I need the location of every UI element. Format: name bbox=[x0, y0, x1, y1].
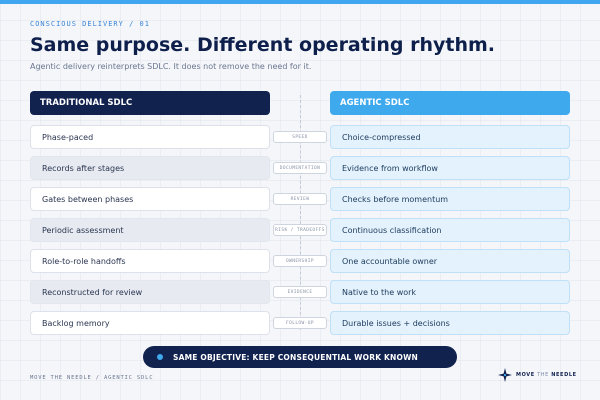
star-icon bbox=[498, 368, 512, 382]
page-subtitle: Agentic delivery reinterprets SDLC. It d… bbox=[30, 62, 312, 71]
traditional-row-follow-up: Backlog memory bbox=[30, 311, 270, 335]
traditional-row-review: Gates between phases bbox=[30, 187, 270, 211]
category-chip-evidence: EVIDENCE bbox=[273, 286, 327, 298]
page-title: Same purpose. Different operating rhythm… bbox=[30, 34, 495, 56]
traditional-row-evidence: Reconstructed for review bbox=[30, 280, 270, 304]
category-chip-documentation: DOCUMENTATION bbox=[273, 162, 327, 174]
traditional-row-ownership: Role-to-role handoffs bbox=[30, 249, 270, 273]
brand-word-move: MOVE bbox=[516, 372, 535, 378]
agentic-sdlc-heading: AGENTIC SDLC bbox=[330, 91, 570, 115]
category-chip-follow-up: FOLLOW-UP bbox=[273, 317, 327, 329]
category-chip-ownership: OWNERSHIP bbox=[273, 255, 327, 267]
agentic-row-risk: Continuous classification bbox=[330, 218, 570, 242]
brand-word-needle: NEEDLE bbox=[551, 372, 577, 378]
objective-banner: SAME OBJECTIVE: KEEP CONSEQUENTIAL WORK … bbox=[143, 346, 457, 368]
traditional-row-risk: Periodic assessment bbox=[30, 218, 270, 242]
objective-banner-text: SAME OBJECTIVE: KEEP CONSEQUENTIAL WORK … bbox=[173, 352, 419, 362]
agentic-row-ownership: One accountable owner bbox=[330, 249, 570, 273]
eyebrow-label: CONSCIOUS DELIVERY / 01 bbox=[30, 20, 150, 28]
agentic-row-review: Checks before momentum bbox=[330, 187, 570, 211]
brand-logo: MOVE THE NEEDLE bbox=[498, 368, 577, 382]
category-chip-speed: SPEED bbox=[273, 131, 327, 143]
agentic-row-evidence: Native to the work bbox=[330, 280, 570, 304]
top-accent-bar bbox=[0, 0, 600, 4]
agentic-row-follow-up: Durable issues + decisions bbox=[330, 311, 570, 335]
brand-name: MOVE THE NEEDLE bbox=[516, 372, 577, 378]
traditional-row-documentation: Records after stages bbox=[30, 156, 270, 180]
category-chip-risk-tradeoffs: RISK / TRADEOFFS bbox=[273, 224, 327, 236]
brand-word-the: THE bbox=[537, 372, 549, 378]
category-chip-review: REVIEW bbox=[273, 193, 327, 205]
agentic-row-speed: Choice-compressed bbox=[330, 125, 570, 149]
traditional-sdlc-heading: TRADITIONAL SDLC bbox=[30, 91, 270, 115]
agentic-row-documentation: Evidence from workflow bbox=[330, 156, 570, 180]
traditional-row-speed: Phase-paced bbox=[30, 125, 270, 149]
dot-icon bbox=[157, 354, 163, 360]
footer-label: MOVE THE NEEDLE / AGENTIC SDLC bbox=[30, 375, 154, 381]
